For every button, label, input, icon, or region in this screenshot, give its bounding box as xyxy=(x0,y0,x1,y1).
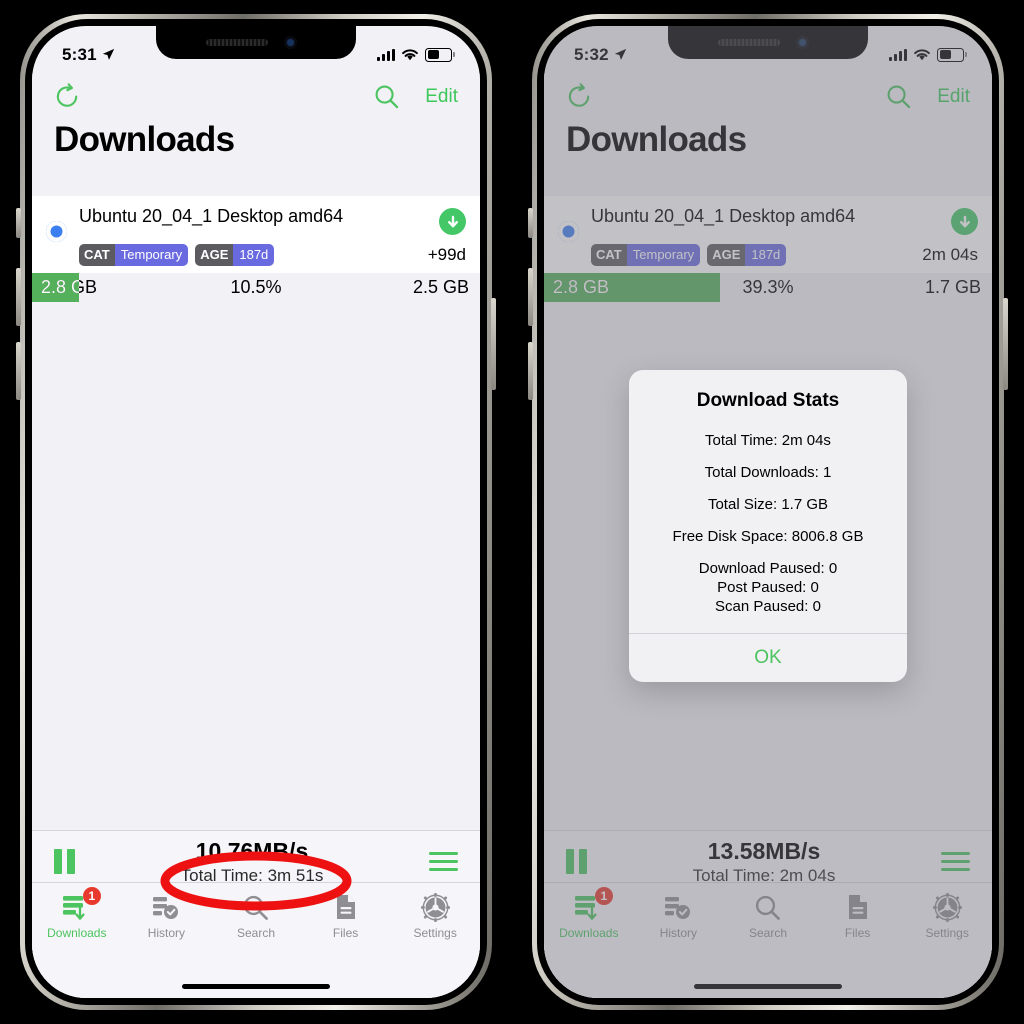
tab-settings-label: Settings xyxy=(413,926,457,940)
active-circle-icon[interactable] xyxy=(46,221,67,242)
dialog-scan-paused: Scan Paused: 0 xyxy=(715,598,821,615)
download-tags: CAT Temporary AGE 187d xyxy=(79,244,388,273)
dialog-total-downloads: Total Downloads: 1 xyxy=(704,464,832,481)
front-camera-icon xyxy=(284,36,297,49)
download-arrow-icon[interactable] xyxy=(439,208,466,235)
dialog-total-time: Total Time: 2m 04s xyxy=(705,432,831,449)
power-button[interactable] xyxy=(491,298,496,390)
hamburger-menu-icon[interactable] xyxy=(429,852,458,871)
phone-screen-right: 5:32 Edit Downloads Ubuntu 20_04_1 Deskt… xyxy=(544,26,992,998)
status-time-label: 5:31 xyxy=(62,44,97,64)
tab-files-label: Files xyxy=(332,926,359,940)
tag-age-value: 187d xyxy=(233,244,275,266)
phone-left: 5:31 Edit Downloads Ubuntu 20_04_1 Deskt… xyxy=(12,8,500,1016)
dialog-ok-button[interactable]: OK xyxy=(629,633,907,682)
search-icon[interactable] xyxy=(374,84,399,109)
tab-history-label: History xyxy=(147,926,186,940)
page-title: Downloads xyxy=(54,120,235,159)
screenshot-canvas: 5:31 Edit Downloads Ubuntu 20_04_1 Deskt… xyxy=(0,0,1024,1024)
download-name: Ubuntu 20_04_1 Desktop amd64 xyxy=(79,206,344,226)
tab-bar: 1 Downloads History Search Files Setting… xyxy=(32,882,480,998)
dialog-total-size: Total Size: 1.7 GB xyxy=(707,496,829,513)
refresh-icon[interactable] xyxy=(54,83,81,110)
progress-downloaded: 2.5 GB xyxy=(412,277,469,297)
battery-icon xyxy=(425,47,455,62)
progress-total-size-on-fill: 2.8 GB xyxy=(41,277,80,297)
power-button[interactable] xyxy=(1003,298,1008,390)
volume-down-button[interactable] xyxy=(528,342,533,400)
pause-icon[interactable] xyxy=(54,849,75,874)
progress-bar: 2.8 GB 10.5% 2.5 GB 2.8 GB xyxy=(32,273,480,302)
progress-fill-text-clip: 2.8 GB xyxy=(32,273,79,302)
tab-search[interactable]: Search xyxy=(211,892,301,940)
mute-switch[interactable] xyxy=(528,208,533,238)
wifi-icon xyxy=(402,49,418,61)
download-row[interactable]: Ubuntu 20_04_1 Desktop amd64 CAT Tempora… xyxy=(32,196,480,302)
tab-search-label: Search xyxy=(236,926,275,940)
phone-screen-left: 5:31 Edit Downloads Ubuntu 20_04_1 Deskt… xyxy=(32,26,480,998)
progress-labels: 2.8 GB 10.5% 2.5 GB xyxy=(32,273,480,302)
tab-downloads-label: Downloads xyxy=(47,926,107,940)
dialog-body: Download Stats Total Time: 2m 04s Total … xyxy=(629,370,907,633)
tag-age-key: AGE xyxy=(195,244,234,266)
tag-age: AGE 187d xyxy=(195,244,275,266)
volume-up-button[interactable] xyxy=(16,268,21,326)
download-speed: 10.76MB/s xyxy=(195,837,309,864)
tab-settings[interactable]: Settings xyxy=(390,892,480,940)
dialog-post-paused: Post Paused: 0 xyxy=(717,579,819,596)
edit-button[interactable]: Edit xyxy=(425,86,458,108)
download-stats-dialog: Download Stats Total Time: 2m 04s Total … xyxy=(629,370,907,682)
files-icon xyxy=(334,892,357,923)
phone-right: 5:32 Edit Downloads Ubuntu 20_04_1 Deskt… xyxy=(524,8,1012,1016)
history-icon xyxy=(152,892,180,923)
volume-down-button[interactable] xyxy=(16,342,21,400)
dialog-download-paused: Download Paused: 0 xyxy=(698,560,838,577)
dialog-title: Download Stats xyxy=(696,390,840,411)
tab-downloads[interactable]: 1 Downloads xyxy=(32,887,122,940)
download-eta: +99d xyxy=(427,245,466,264)
status-indicators xyxy=(377,47,455,62)
settings-gear-icon xyxy=(420,892,450,923)
earpiece-speaker-icon xyxy=(206,39,268,46)
notch xyxy=(156,26,356,59)
location-arrow-icon xyxy=(102,48,115,60)
toolbar-stats: 10.76MB/s Total Time: 3m 51s xyxy=(75,837,429,885)
tag-category-value: Temporary xyxy=(114,244,189,266)
dialog-paused-group: Download Paused: 0 Post Paused: 0 Scan P… xyxy=(643,560,893,615)
volume-up-button[interactable] xyxy=(528,268,533,326)
navigation-bar: Edit Downloads xyxy=(32,73,480,171)
cellular-bars-icon xyxy=(377,48,395,61)
tab-history[interactable]: History xyxy=(122,892,212,940)
dialog-free-disk-space: Free Disk Space: 8006.8 GB xyxy=(672,528,864,545)
downloads-icon: 1 xyxy=(62,887,101,923)
downloads-badge: 1 xyxy=(82,887,101,905)
status-time: 5:31 xyxy=(62,45,115,65)
mute-switch[interactable] xyxy=(16,208,21,238)
home-indicator[interactable] xyxy=(182,984,330,989)
tab-files[interactable]: Files xyxy=(301,892,391,940)
tag-category: CAT Temporary xyxy=(79,244,189,266)
search-icon xyxy=(242,892,269,923)
tag-category-key: CAT xyxy=(79,244,115,266)
